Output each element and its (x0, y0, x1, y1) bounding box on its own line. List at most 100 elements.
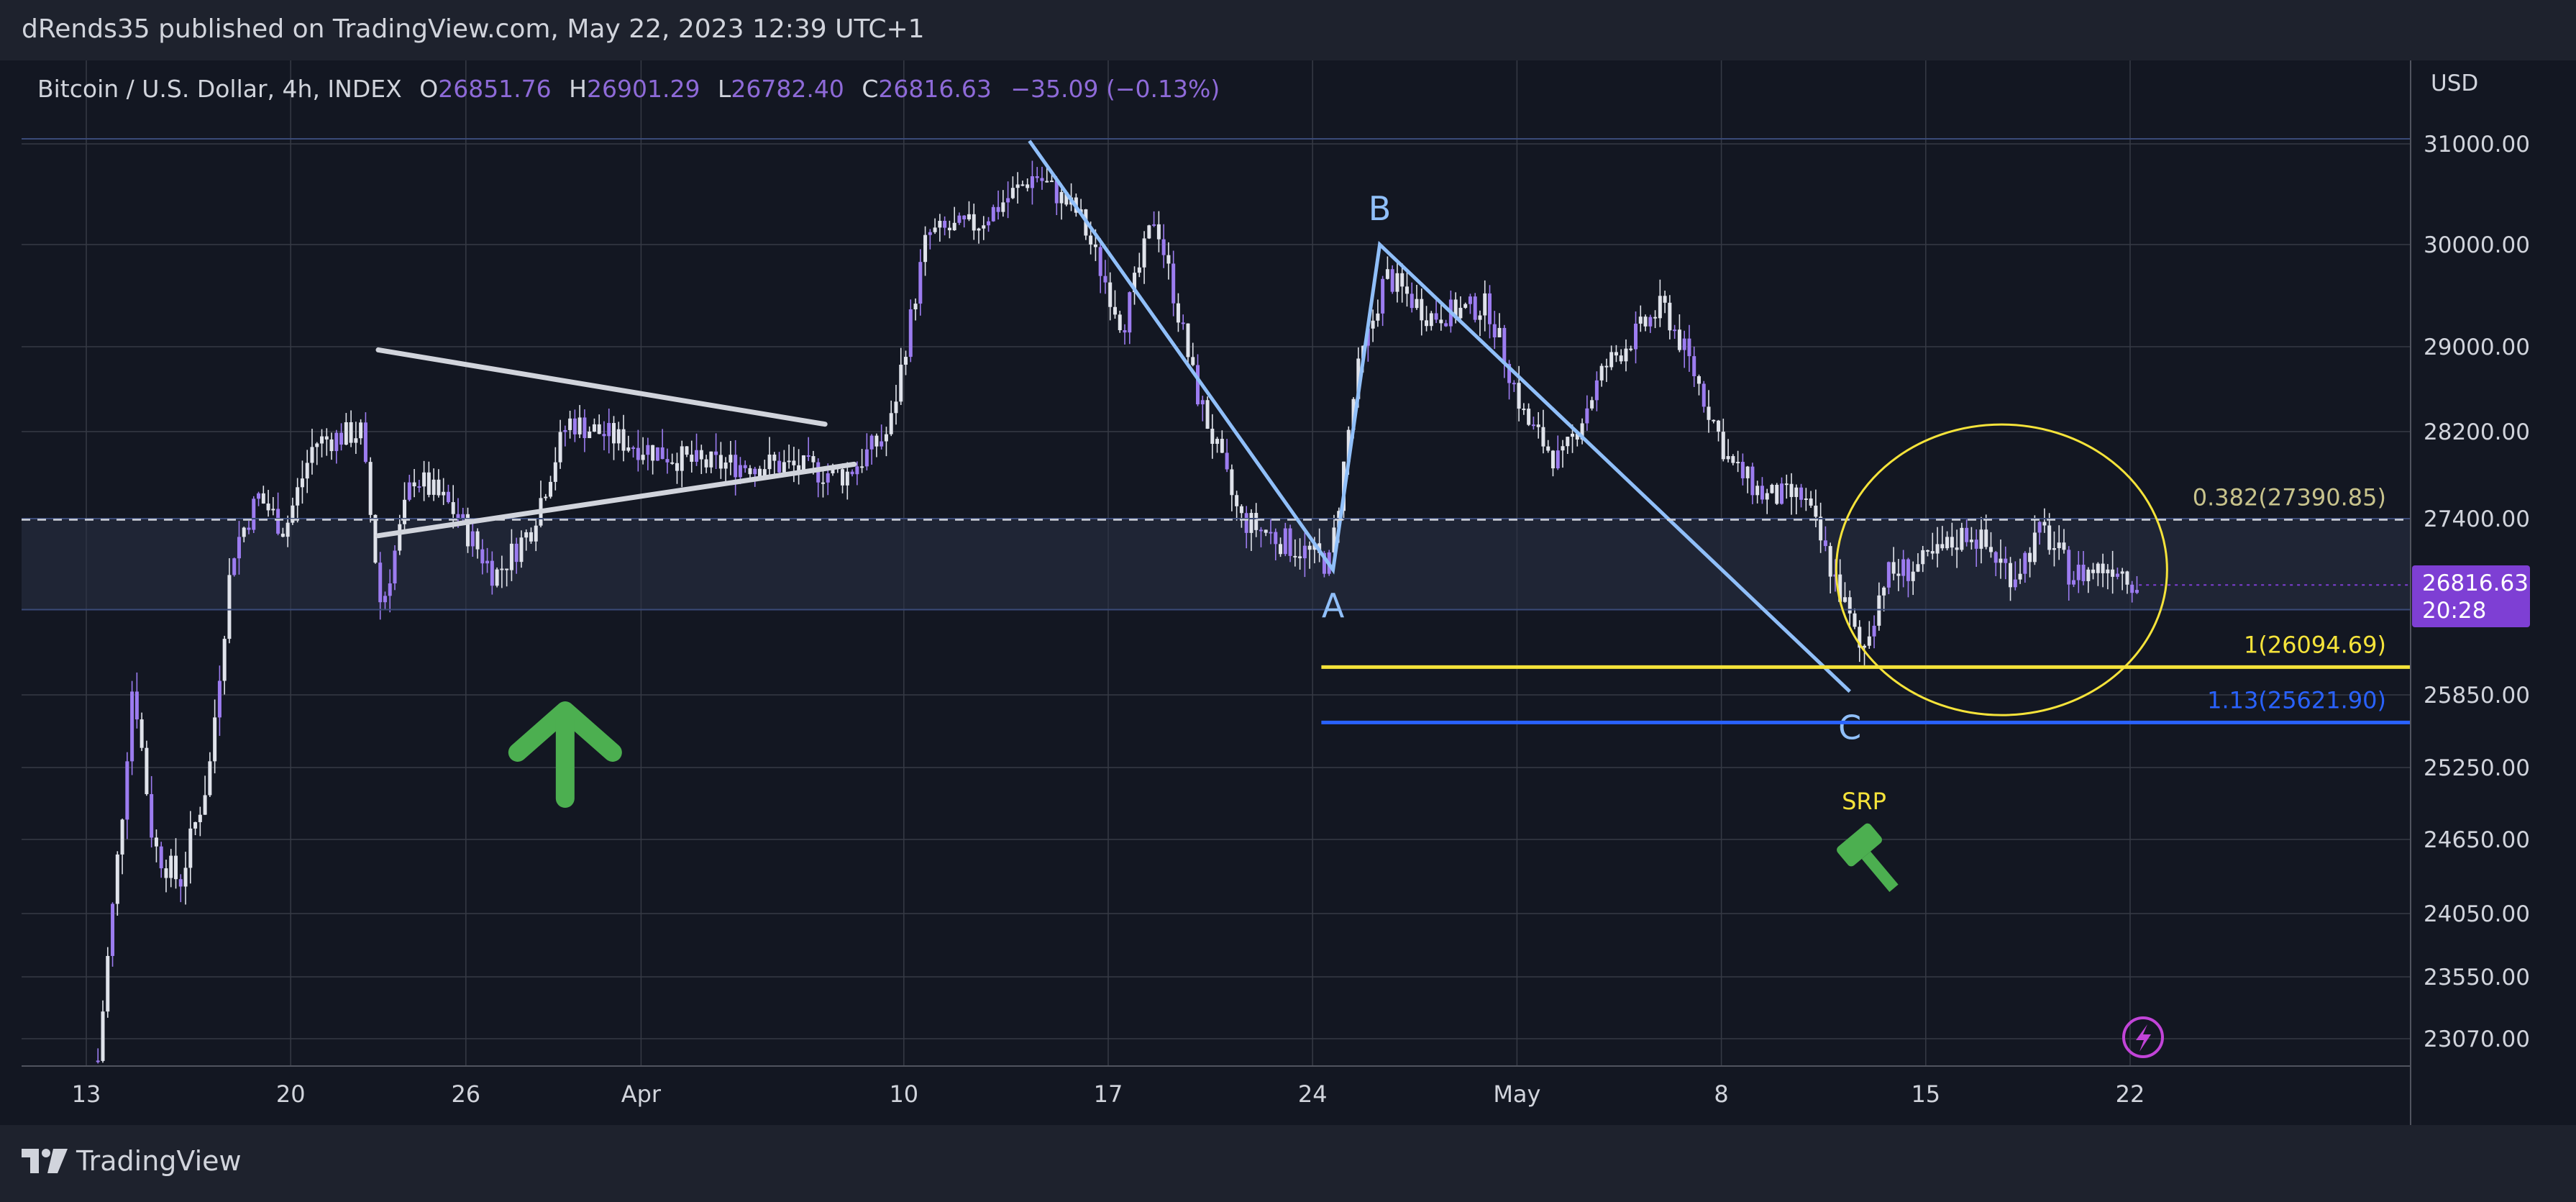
candle-body (544, 496, 548, 498)
candle-body (1804, 498, 1808, 500)
candle-body (169, 855, 173, 878)
candle-body (1682, 338, 1686, 350)
candle-body (1429, 313, 1433, 327)
candle-body (709, 451, 713, 468)
candle-body (257, 493, 261, 499)
price-tick-label: 30000.00 (2424, 232, 2530, 258)
candle-body (1026, 184, 1030, 188)
candle-body (1999, 558, 2003, 563)
candle-body (1196, 365, 1200, 405)
candle-body (1191, 357, 1195, 365)
candle-body (334, 432, 339, 452)
candle-body (383, 596, 387, 603)
candle-body (1799, 487, 1804, 500)
candle-body (1740, 462, 1745, 478)
candle-body (1527, 409, 1531, 425)
candle-body (1035, 176, 1039, 178)
candle-body (1926, 550, 1930, 552)
candle-body (1550, 450, 1555, 469)
candle-body (329, 439, 334, 452)
candle-body (1186, 323, 1190, 358)
candle-body (1604, 365, 1609, 368)
candle-body (354, 438, 358, 443)
candle-body (490, 560, 494, 586)
candle-body (286, 522, 290, 537)
candle-body (1745, 466, 1750, 478)
candle-body (1731, 456, 1735, 463)
time-tick-label: 13 (72, 1080, 101, 1108)
candle-body (1993, 552, 1998, 563)
candle-body (183, 868, 188, 887)
candle-body (626, 447, 631, 451)
low-value: 26782.40 (731, 75, 844, 103)
candle-body (782, 462, 786, 473)
candle-body (1571, 433, 1575, 437)
candle-body (1634, 323, 1638, 350)
candle-body (1784, 483, 1789, 486)
symbol-name[interactable]: Bitcoin / U.S. Dollar, 4h, INDEX (37, 75, 402, 103)
candle-body (899, 364, 903, 402)
candle-body (1702, 383, 1706, 407)
candle-body (665, 459, 670, 463)
candle-body (855, 466, 859, 475)
candle-body (451, 502, 455, 514)
candle-body (734, 455, 738, 478)
candle-body (918, 262, 923, 304)
candle-body (1673, 329, 1677, 332)
candle-body (1906, 559, 1910, 581)
candle-body (266, 504, 270, 511)
candle-body (1916, 564, 1920, 572)
candle-body (2106, 569, 2110, 573)
candle-body (1400, 273, 1405, 287)
high-label: H (569, 75, 587, 103)
candle-body (213, 717, 217, 762)
candle-body (1717, 420, 1721, 432)
candle-body (2115, 573, 2119, 577)
candle-body (767, 454, 772, 470)
candle-body (193, 821, 198, 829)
candle-body (1960, 527, 1964, 550)
candle-body (1283, 528, 1287, 555)
candle-body (2091, 569, 2096, 573)
candle-body (1458, 307, 1463, 319)
candle-body (1677, 329, 1681, 350)
candle-body (1643, 317, 1648, 327)
candle-body (792, 460, 796, 465)
candle-body (957, 215, 962, 223)
candle-body (198, 814, 202, 822)
candle-body (1225, 452, 1229, 470)
candle-body (1152, 224, 1156, 226)
candle-body (296, 487, 300, 506)
candle-body (1921, 550, 1925, 565)
candle-body (426, 472, 431, 495)
candle-body (2096, 563, 2100, 573)
candle-body (2072, 580, 2076, 585)
candle-body (1239, 506, 1243, 514)
candle-body (1502, 327, 1507, 364)
price-chart[interactable]: A B C 0.382(27390.85) 1(26094.69) 1.13(25621.… (0, 0, 2576, 1202)
candle-body (2028, 552, 2032, 563)
candle-body (874, 435, 879, 447)
candle-body (913, 304, 918, 310)
candle-body (729, 455, 733, 463)
candle-body (111, 903, 115, 956)
footer-brand[interactable]: TradingView (22, 1145, 242, 1177)
candle-body (1249, 513, 1253, 533)
time-tick-label: 20 (276, 1080, 306, 1108)
candle-body (1853, 613, 1857, 627)
candle-body (908, 309, 913, 358)
candle-body (1969, 539, 1973, 542)
price-tick-label: 23550.00 (2424, 965, 2530, 991)
candle-body (1006, 198, 1010, 203)
candle-body (723, 462, 728, 469)
candle-body (597, 424, 601, 434)
candle-body (680, 446, 684, 471)
candle-body (1274, 532, 1278, 545)
candle-body (2037, 522, 2042, 533)
candle-body (894, 401, 898, 414)
candle-body (748, 468, 752, 475)
candle-body (1886, 562, 1891, 588)
candle-body (1385, 269, 1389, 279)
candle-body (1789, 483, 1794, 497)
candle-body (300, 478, 304, 488)
